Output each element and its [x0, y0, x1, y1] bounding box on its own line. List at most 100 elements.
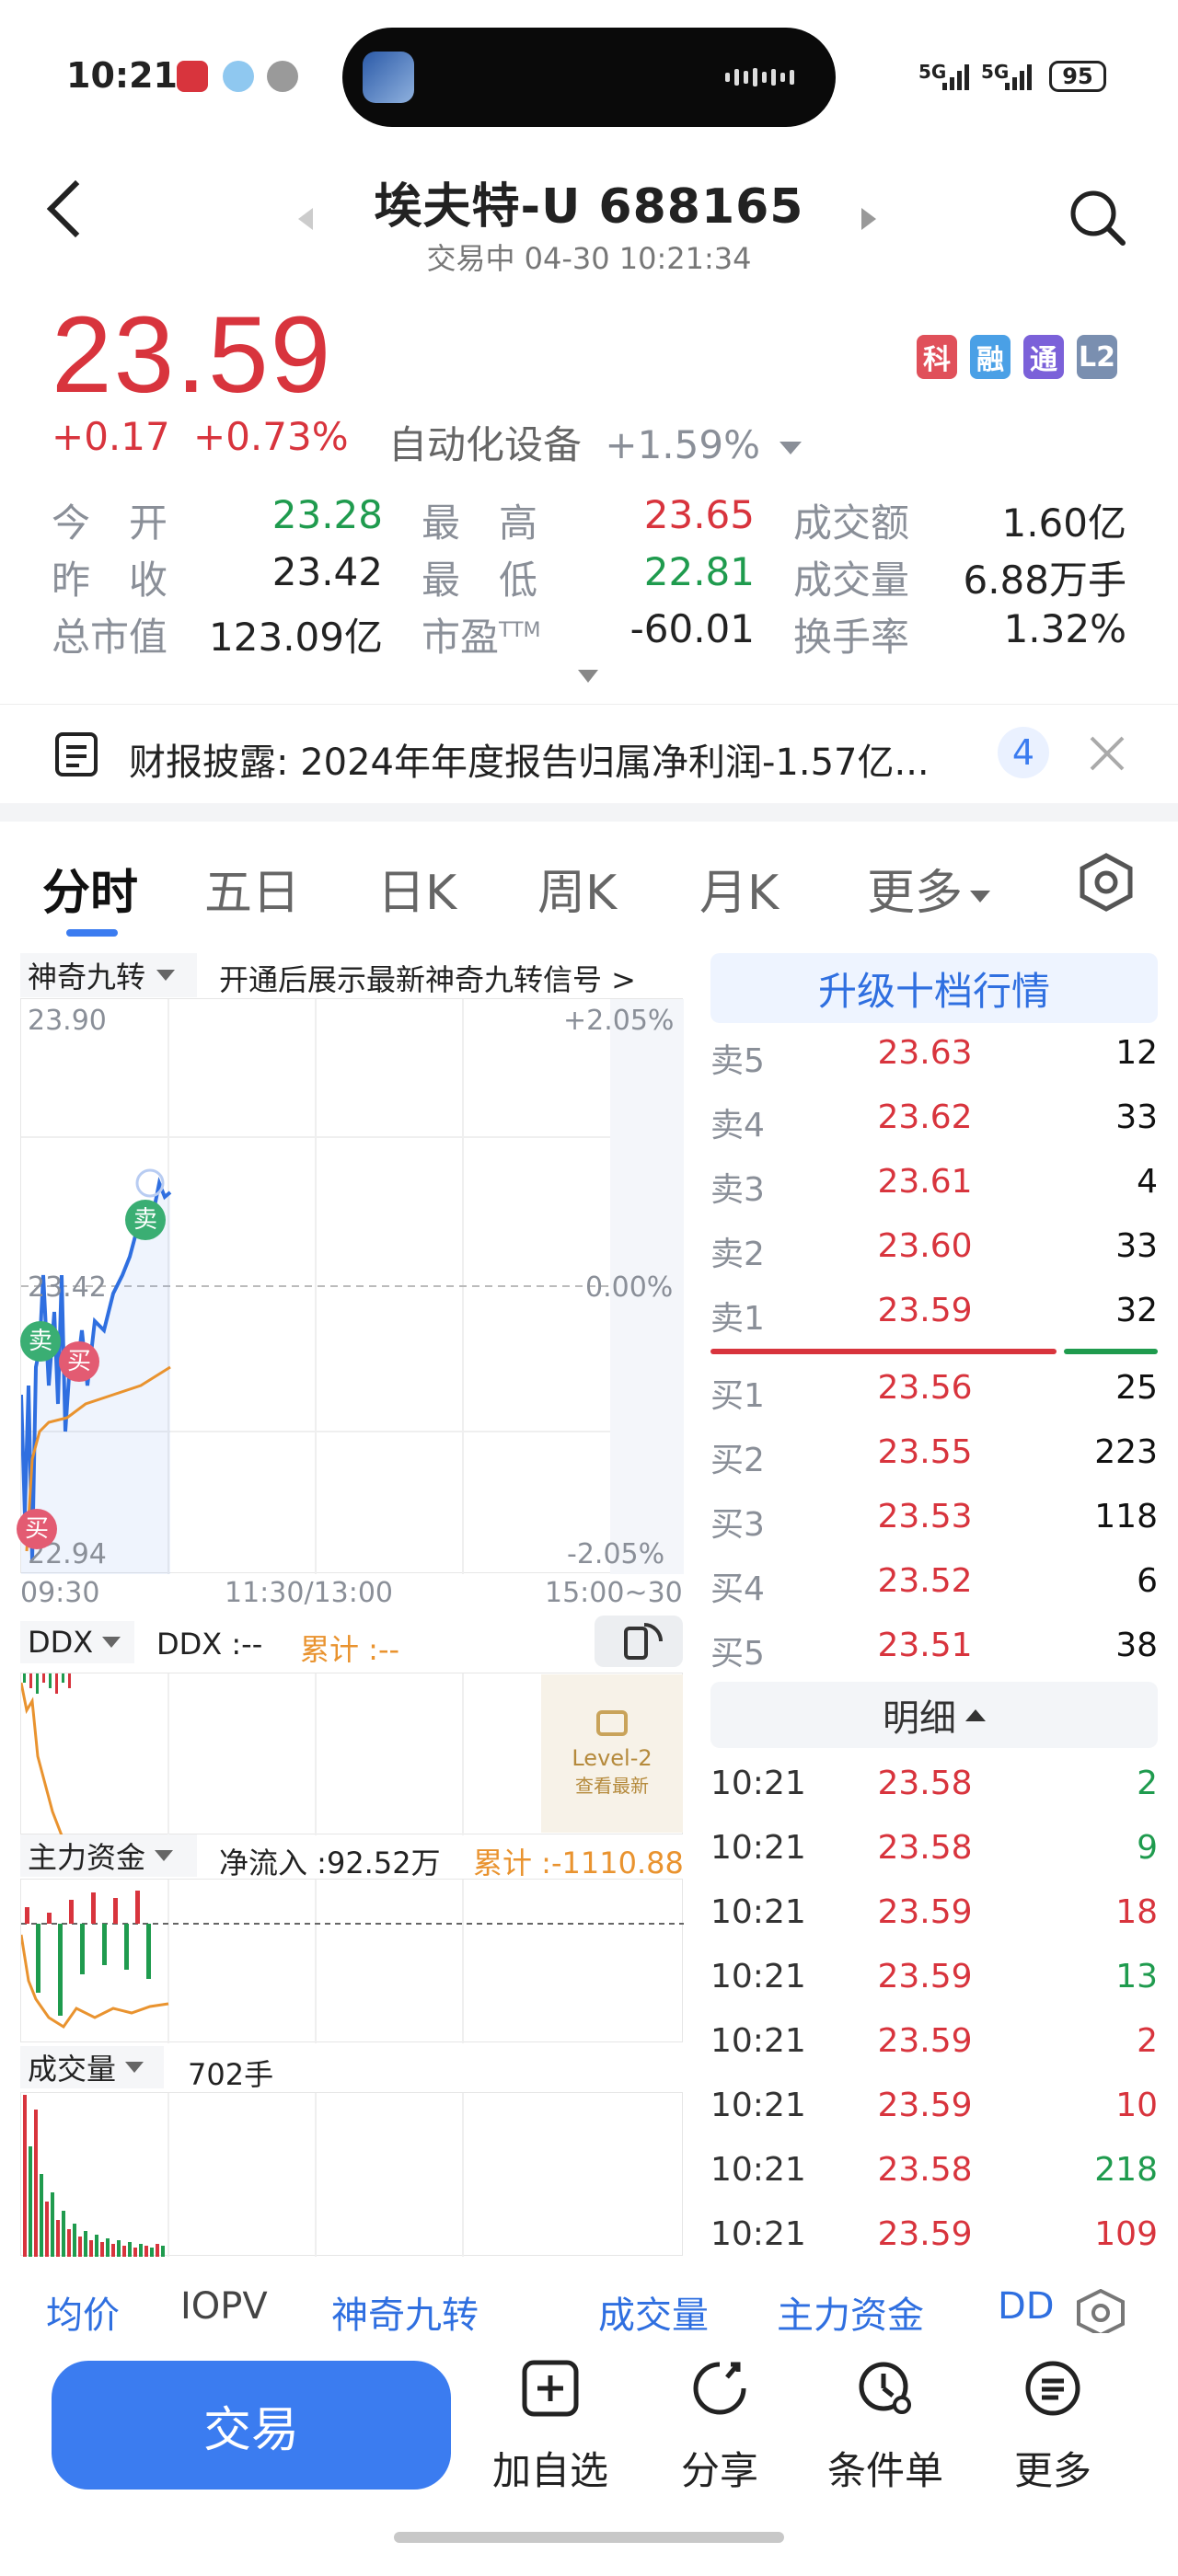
volume-bar — [106, 2238, 110, 2257]
tick-details-header[interactable]: 明细 — [710, 1682, 1158, 1748]
level-qty: 118 — [1094, 1498, 1158, 1535]
orderbook-row[interactable]: 买1 23.56 25 — [710, 1369, 1158, 1424]
ddx-value: DDX :-- — [156, 1627, 263, 1662]
orderbook-row[interactable]: 卖4 23.62 33 — [710, 1098, 1158, 1154]
indicator-settings-icon[interactable] — [1075, 2288, 1126, 2337]
volume-bar — [45, 2202, 49, 2257]
tick-row: 10:21 23.58 218 — [710, 2151, 1158, 2206]
status-bar: 10:21 5G 5G 95 — [0, 0, 1178, 156]
volume-select[interactable]: 成交量 — [20, 2046, 164, 2088]
share-icon[interactable] — [690, 2359, 749, 2418]
volume-bar — [34, 2110, 38, 2257]
badge-0[interactable]: 科 — [917, 335, 957, 379]
indicator-tab-capital[interactable]: 主力资金 — [777, 2285, 924, 2337]
market-cap-value: 123.09亿 — [209, 615, 383, 660]
level-label: 卖2 — [710, 1236, 765, 1273]
pe-label: 市盈TTM — [422, 615, 541, 660]
volume-bar — [84, 2231, 87, 2257]
announcement-bar[interactable]: 财报披露: 2024年年度报告归属净利润-1.57亿... 4 — [0, 704, 1178, 803]
y-axis-top: 23.90 — [28, 1005, 107, 1037]
capital-bar — [47, 1913, 52, 1924]
badge-3[interactable]: L2 — [1077, 335, 1117, 379]
tab-five-day[interactable]: 五日 — [204, 854, 300, 923]
tab-intraday[interactable]: 分时 — [42, 854, 138, 923]
add-watchlist-label[interactable]: 加自选 — [477, 2440, 624, 2496]
signal-icon-2 — [1003, 61, 1034, 92]
condition-order-label[interactable]: 条件单 — [812, 2440, 959, 2496]
intraday-chart[interactable] — [19, 998, 684, 1574]
prev-close-value: 23.42 — [271, 549, 383, 594]
orderbook-row[interactable]: 卖3 23.61 4 — [710, 1163, 1158, 1218]
volume-bar — [128, 2242, 132, 2257]
tick-row: 10:21 23.58 9 — [710, 1829, 1158, 1884]
level-label: 买1 — [710, 1377, 765, 1415]
x-axis-close: 15:00~30 — [545, 1577, 683, 1609]
volume-bar — [56, 2220, 60, 2257]
orderbook-row[interactable]: 买4 23.52 6 — [710, 1562, 1158, 1617]
x-axis-noon: 11:30/13:00 — [225, 1577, 394, 1609]
chart-settings-icon[interactable] — [1077, 852, 1136, 913]
condition-order-icon[interactable] — [856, 2359, 915, 2418]
low-label: 最 低 — [422, 558, 538, 603]
indicator-tab-iopv[interactable]: IOPV — [180, 2285, 268, 2328]
document-icon — [55, 732, 98, 776]
badge-1[interactable]: 融 — [970, 335, 1011, 379]
badge-2[interactable]: 通 — [1023, 335, 1064, 379]
market-cap-label: 总市值 — [52, 615, 168, 660]
ddx-bar — [68, 1673, 71, 1688]
orderbook-row[interactable]: 卖2 23.60 33 — [710, 1227, 1158, 1282]
orderbook-row[interactable]: 卖5 23.63 12 — [710, 1034, 1158, 1089]
orderbook-row[interactable]: 买3 23.53 118 — [710, 1498, 1158, 1553]
level-label: 卖5 — [710, 1042, 765, 1080]
orderbook-row[interactable]: 买2 23.55 223 — [710, 1433, 1158, 1489]
tab-daily-k[interactable]: 日K — [377, 854, 456, 923]
pct-axis-top: +2.05% — [563, 1005, 675, 1037]
tab-more[interactable]: 更多 — [867, 854, 991, 923]
volume-value: 6.88万手 — [963, 558, 1126, 603]
share-label[interactable]: 分享 — [646, 2440, 793, 2496]
upgrade-level10-button[interactable]: 升级十档行情 — [710, 953, 1158, 1023]
rotate-screen-icon[interactable] — [595, 1616, 683, 1667]
add-watchlist-icon[interactable] — [521, 2359, 580, 2418]
tick-price: 23.59 — [877, 2087, 973, 2124]
buy-signal-marker: 买 — [17, 1509, 57, 1549]
capital-flow-select[interactable]: 主力资金 — [20, 1834, 197, 1877]
last-price: 23.59 — [52, 294, 333, 416]
tick-qty: 2 — [1137, 1765, 1158, 1802]
orderbook-row[interactable]: 卖1 23.59 32 — [710, 1292, 1158, 1347]
close-icon[interactable] — [1088, 734, 1126, 773]
trade-button[interactable]: 交易 — [52, 2361, 451, 2490]
tick-time: 10:21 — [710, 2022, 806, 2060]
tab-monthly-k[interactable]: 月K — [699, 854, 779, 923]
indicator-promo-link[interactable]: 开通后展示最新神奇九转信号 > — [219, 957, 636, 999]
level-price: 23.61 — [877, 1163, 973, 1201]
tick-row: 10:21 23.59 109 — [710, 2215, 1158, 2271]
high-label: 最 高 — [422, 500, 538, 546]
level2-lock-overlay[interactable]: Level-2 查看最新 — [541, 1674, 683, 1833]
more-menu-label[interactable]: 更多 — [979, 2440, 1126, 2496]
tick-time: 10:21 — [710, 1893, 806, 1931]
caret-down-icon — [125, 2062, 144, 2073]
next-stock-arrow-icon[interactable] — [861, 208, 876, 230]
more-menu-icon[interactable] — [1023, 2359, 1082, 2418]
sector-link[interactable]: 自动化设备 +1.59% — [388, 414, 803, 470]
tick-qty: 2 — [1137, 2022, 1158, 2060]
tab-weekly-k[interactable]: 周K — [537, 854, 617, 923]
orderbook-row[interactable]: 买5 23.51 38 — [710, 1627, 1158, 1682]
volume-bar — [89, 2240, 93, 2257]
tick-qty: 218 — [1094, 2151, 1158, 2189]
indicator-tab-volume[interactable]: 成交量 — [598, 2285, 709, 2337]
intraday-chart-svg — [19, 999, 684, 1574]
indicator-tab-avg[interactable]: 均价 — [46, 2285, 120, 2337]
indicator-select[interactable]: 神奇九转 — [20, 953, 197, 997]
level-label: 买2 — [710, 1442, 765, 1479]
indicator-tab-nine[interactable]: 神奇九转 — [331, 2285, 479, 2337]
upgrade-label: 升级十档行情 — [817, 968, 1050, 1014]
ddx-select[interactable]: DDX — [20, 1621, 134, 1663]
ddx-bar — [29, 1673, 32, 1688]
expand-stats-icon[interactable] — [578, 670, 598, 683]
tick-price: 23.58 — [877, 1829, 973, 1867]
indicator-tab-ddx[interactable]: DD — [998, 2285, 1055, 2328]
search-icon[interactable] — [1068, 188, 1128, 248]
dynamic-island — [342, 28, 836, 127]
